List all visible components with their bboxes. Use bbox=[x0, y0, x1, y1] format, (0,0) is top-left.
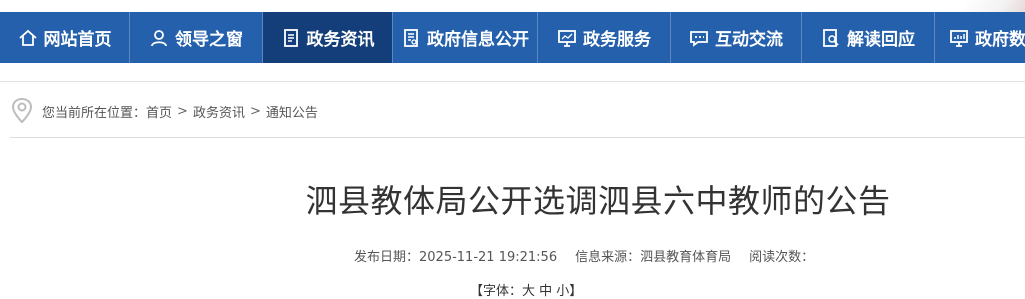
chat-icon bbox=[689, 28, 709, 48]
nav-item-interaction[interactable]: 互动交流 bbox=[671, 12, 802, 63]
breadcrumb-prefix: 您当前所在位置： bbox=[42, 105, 147, 121]
font-size-control[interactable]: 【字体：大 中 小】 bbox=[470, 280, 582, 299]
nav-item-info-disclosure[interactable]: 政府信息公开 bbox=[393, 12, 538, 63]
nav-item-government-data[interactable]: 政府数 bbox=[935, 12, 1025, 63]
breadcrumb-notices[interactable]: 通知公告 bbox=[266, 102, 318, 121]
document-icon bbox=[281, 28, 301, 48]
nav-item-services[interactable]: 政务服务 bbox=[538, 12, 671, 63]
breadcrumb-separator: > bbox=[249, 103, 261, 119]
nav-item-label: 网站首页 bbox=[43, 30, 112, 50]
breadcrumb-home[interactable]: 首页 bbox=[146, 102, 172, 121]
source-value: 泗县教育体育局 bbox=[640, 250, 732, 265]
search-document-icon bbox=[821, 28, 841, 48]
nav-item-label: 互动交流 bbox=[715, 30, 783, 50]
location-pin-icon bbox=[11, 97, 33, 124]
divider bbox=[10, 137, 1025, 138]
page-title: 泗县教体局公开选调泗县六中教师的公告 bbox=[305, 182, 891, 220]
nav-item-label: 解读回应 bbox=[847, 30, 915, 50]
monitor-icon bbox=[557, 28, 577, 48]
views-label: 阅读次数： bbox=[749, 250, 815, 265]
breadcrumb: 您当前所在位置： 首页 > 政务资讯 > 通知公告 bbox=[10, 96, 318, 126]
nav-item-home[interactable]: 网站首页 bbox=[0, 12, 130, 63]
nav-item-leaders[interactable]: 领导之窗 bbox=[130, 12, 263, 63]
breadcrumb-separator: > bbox=[177, 103, 188, 119]
person-icon bbox=[149, 28, 169, 48]
publish-date: 2025-11-21 19:21:56 bbox=[419, 250, 558, 265]
chart-monitor-icon bbox=[949, 28, 969, 48]
home-icon bbox=[18, 28, 38, 48]
publish-date-label: 发布日期： bbox=[354, 250, 420, 265]
source-label: 信息来源： bbox=[575, 250, 641, 265]
divider bbox=[0, 81, 1025, 82]
main-nav: 网站首页 领导之窗 政务资讯 政府信息公开 政务服务 互动交流 解读回应 政府数 bbox=[0, 12, 1025, 63]
nav-item-label: 政府数 bbox=[975, 30, 1025, 50]
nav-item-label: 政务资讯 bbox=[306, 30, 375, 50]
breadcrumb-news[interactable]: 政务资讯 bbox=[193, 102, 245, 121]
nav-item-label: 政务服务 bbox=[583, 30, 651, 50]
top-strip bbox=[0, 0, 1025, 12]
nav-item-interpretation[interactable]: 解读回应 bbox=[802, 12, 935, 63]
list-document-icon bbox=[401, 28, 421, 48]
nav-item-label: 领导之窗 bbox=[175, 30, 243, 50]
decoration bbox=[965, 0, 1025, 12]
nav-item-news[interactable]: 政务资讯 bbox=[263, 12, 393, 63]
nav-item-label: 政府信息公开 bbox=[427, 30, 529, 50]
article-meta: 发布日期：2025-11-21 19:21:56 信息来源：泗县教育体育局 阅读次数… bbox=[354, 246, 814, 265]
